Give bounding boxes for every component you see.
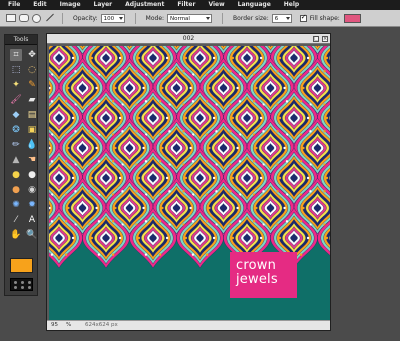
bloat-icon[interactable]: ✺ (10, 199, 22, 211)
menu-language[interactable]: Language (238, 0, 271, 10)
chevron-down-icon (206, 16, 211, 20)
menu-file[interactable]: File (8, 0, 20, 10)
mode-value: Normal (170, 15, 190, 22)
zoom-value[interactable]: 95 (51, 321, 58, 330)
dot-icon (14, 286, 17, 289)
close-icon[interactable]: × (322, 36, 328, 42)
fill-shape-label: Fill shape: (309, 14, 340, 22)
fill-shape-checkbox[interactable] (299, 13, 307, 22)
photo-editor-app: File Edit Image Layer Adjustment Filter View La… (0, 0, 400, 341)
tools-panel: Tools ⌗ ✥ ⬚ ◌ ✦ ✎ 🖌 ▰ ◆ ▤ ❂ ▣ ✏ 💧 ▲ ☚ ● ● ● ◉ ✺ ✹ ⁄ A ✋ 🔍 (4, 34, 38, 296)
move-icon[interactable]: ✥ (26, 49, 38, 61)
replace-color-icon[interactable]: ▣ (26, 124, 38, 136)
color-picker-icon[interactable]: ⁄ (10, 214, 22, 226)
brush-icon[interactable]: 🖌 (10, 94, 22, 106)
separator (222, 12, 224, 24)
menu-adjustment[interactable]: Adjustment (125, 0, 164, 10)
marquee-icon[interactable]: ⬚ (10, 64, 22, 76)
mode-select[interactable]: Normal (167, 13, 213, 23)
hand-icon[interactable]: ✋ (10, 229, 22, 241)
menu-filter[interactable]: Filter (177, 0, 195, 10)
dot-icon (21, 281, 24, 284)
type-icon[interactable]: A (26, 214, 38, 226)
tools-panel-title: Tools (5, 35, 37, 45)
border-size-value: 6 (274, 15, 279, 22)
crown-jewels-label: crown jewels (230, 252, 297, 298)
sharpen-icon[interactable]: ▲ (10, 154, 22, 166)
gradient-icon[interactable]: ▤ (26, 109, 38, 121)
blur-icon[interactable]: 💧 (26, 139, 38, 151)
border-size-select[interactable]: 6 (271, 13, 292, 23)
opacity-select[interactable]: 100 (100, 13, 125, 23)
menu-view[interactable]: View (208, 0, 224, 10)
more-tools-button[interactable] (10, 278, 33, 291)
burn-icon[interactable]: ● (10, 184, 22, 196)
separator (134, 12, 136, 24)
dot-icon (14, 281, 17, 284)
zoom-unit: % (66, 322, 72, 328)
line-shape-button[interactable] (44, 13, 54, 23)
drawing-icon[interactable]: ✏ (10, 139, 22, 151)
clone-icon[interactable]: ❂ (10, 124, 22, 136)
dodge-icon[interactable]: ● (26, 169, 38, 181)
opacity-label: Opacity: (73, 14, 98, 22)
crown-jewels-text: crown jewels (236, 258, 278, 287)
menu-layer[interactable]: Layer (94, 0, 113, 10)
document-title-bar[interactable]: 002 □ × (47, 34, 330, 44)
separator (62, 12, 63, 24)
dot-icon (21, 286, 24, 289)
mode-label: Mode: (145, 14, 165, 22)
menu-help[interactable]: Help (284, 0, 299, 10)
smudge-icon[interactable]: ☚ (26, 154, 38, 166)
zoom-icon[interactable]: 🔍 (26, 229, 38, 241)
pencil-icon[interactable]: ✎ (26, 79, 38, 91)
document-title: 002 (182, 35, 195, 42)
foreground-color-swatch[interactable] (10, 258, 33, 273)
tools-grid: ⌗ ✥ ⬚ ◌ ✦ ✎ 🖌 ▰ ◆ ▤ ❂ ▣ ✏ 💧 ▲ ☚ ● ● ● ◉ ✺ ✹ ⁄ A ✋ 🔍 (5, 45, 38, 241)
dot-icon (28, 281, 31, 284)
red-eye-icon[interactable]: ◉ (26, 184, 38, 196)
fill-color-swatch[interactable] (343, 13, 361, 23)
border-size-label: Border size: (233, 14, 269, 22)
rounded-rectangle-shape-button[interactable] (19, 14, 29, 22)
pinch-icon[interactable]: ✹ (26, 199, 38, 211)
lasso-icon[interactable]: ◌ (26, 64, 38, 76)
rectangle-shape-button[interactable] (6, 14, 16, 22)
menu-bar: File Edit Image Layer Adjustment Filter View La… (0, 0, 400, 10)
image-dimensions: 624x624 px (85, 322, 118, 328)
ellipse-shape-button[interactable] (32, 13, 41, 23)
maximize-icon[interactable]: □ (313, 36, 319, 42)
tool-options-bar: Opacity: 100 Mode: Normal Border size: 6… (0, 10, 400, 27)
eraser-icon[interactable]: ▰ (26, 94, 38, 106)
dot-icon (28, 286, 31, 289)
menu-edit[interactable]: Edit (33, 0, 46, 10)
status-bar: 95 % 624x624 px (47, 320, 330, 330)
opacity-value: 100 (103, 15, 115, 22)
sponge-icon[interactable]: ● (10, 169, 22, 181)
menu-image[interactable]: Image (60, 0, 81, 10)
chevron-down-icon (285, 16, 290, 20)
fill-icon[interactable]: ◆ (10, 109, 22, 121)
crop-icon[interactable]: ⌗ (10, 49, 22, 61)
chevron-down-icon (118, 16, 123, 20)
wand-icon[interactable]: ✦ (10, 79, 22, 91)
